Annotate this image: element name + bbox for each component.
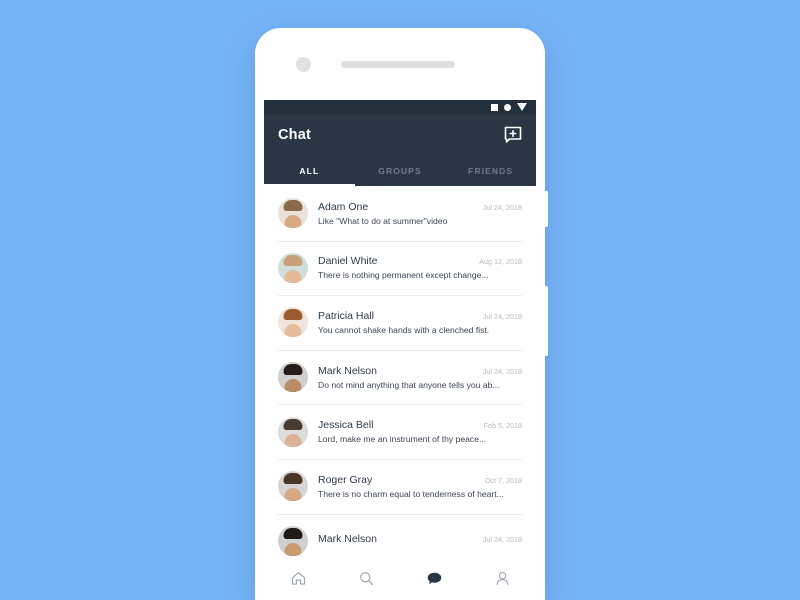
avatar [278, 416, 308, 447]
chat-item-header: Jessica Bell Feb 5, 2018 [318, 419, 522, 431]
square-icon [491, 103, 498, 111]
app-bar: Chat [264, 114, 536, 156]
chat-item-header: Adam One Jul 24, 2018 [318, 201, 522, 213]
avatar [278, 525, 308, 556]
chat-item-name: Roger Gray [318, 473, 373, 486]
tab-groups-label: GROUPS [378, 166, 422, 176]
chat-item-date: Oct 7, 2018 [484, 475, 522, 485]
chat-item-date: Jul 24, 2018 [482, 535, 522, 545]
chat-item-name: Patricia Hall [318, 309, 375, 322]
phone-screen: Chat ALL GROUPS FRIENDS Adam One Jul 24, … [264, 100, 536, 600]
home-icon [291, 571, 305, 585]
tab-groups[interactable]: GROUPS [355, 156, 446, 186]
search-icon [359, 571, 373, 585]
chat-item-name: Mark Nelson [318, 533, 377, 546]
new-message-icon[interactable] [504, 126, 522, 144]
dropdown-triangle-icon [517, 103, 527, 111]
page-title: Chat [278, 127, 312, 143]
chat-list-item[interactable]: Roger Gray Oct 7, 2018 There is no charm e… [264, 458, 536, 514]
phone-top-bezel [255, 28, 545, 100]
status-bar [264, 100, 536, 114]
chat-list-item[interactable]: Jessica Bell Feb 5, 2018 Lord, make me an … [264, 404, 536, 459]
avatar [278, 471, 308, 502]
chat-item-header: Mark Nelson Jul 24, 2018 [318, 365, 522, 377]
chat-item-name: Daniel White [318, 255, 378, 268]
chat-item-header: Patricia Hall Jul 24, 2018 [318, 310, 522, 322]
chat-item-date: Feb 5, 2018 [483, 421, 522, 431]
tab-all-label: ALL [299, 166, 320, 176]
chat-item-message: You cannot shake hands with a clenched f… [318, 324, 490, 335]
chat-item-message: Like "What to do at summer"video [318, 215, 448, 226]
chat-item-name: Adam One [318, 200, 369, 213]
chat-list-item[interactable]: Mark Nelson Jul 24, 2018 Do not mind anyth… [264, 349, 536, 405]
chat-item-header: Roger Gray Oct 7, 2018 [318, 474, 522, 486]
camera-icon [296, 57, 311, 72]
chat-list-item[interactable]: Patricia Hall Jul 24, 2018 You cannot shak… [264, 295, 536, 350]
avatar [278, 307, 308, 338]
chat-item-header: Daniel White Aug 12, 2018 [318, 255, 522, 267]
chat-bubble-icon [427, 572, 441, 584]
chat-item-date: Jul 24, 2018 [482, 311, 522, 321]
chat-item-date: Aug 12, 2018 [479, 257, 522, 267]
chat-item-message: There is nothing permanent except change… [318, 270, 489, 281]
speaker-grille-icon [341, 61, 455, 68]
nav-item-chat[interactable] [400, 570, 468, 587]
chat-item-date: Jul 24, 2018 [482, 202, 522, 212]
circle-icon [504, 103, 511, 111]
avatar [278, 362, 308, 393]
person-icon [496, 571, 508, 585]
chat-item-text: Mark Nelson Jul 24, 2018 Do not mind anyth… [318, 365, 522, 390]
nav-item-profile[interactable] [468, 570, 536, 587]
chat-item-message: Lord, make me an instrument of thy peace… [318, 434, 487, 445]
avatar [278, 252, 308, 283]
nav-item-search[interactable] [332, 570, 400, 587]
chat-item-text: Jessica Bell Feb 5, 2018 Lord, make me an … [318, 419, 522, 444]
chat-list-item[interactable]: Adam One Jul 24, 2018 Like "What to do at … [264, 186, 536, 241]
chat-item-message: Do not mind anything that anyone tells y… [318, 379, 500, 390]
chat-item-text: Daniel White Aug 12, 2018 There is nothing… [318, 255, 522, 280]
tab-all[interactable]: ALL [264, 156, 355, 186]
chat-item-date: Jul 24, 2018 [482, 366, 522, 376]
chat-item-header: Mark Nelson Jul 24, 2018 [318, 533, 522, 545]
phone-side-button-power[interactable] [544, 286, 548, 356]
chat-list[interactable]: Adam One Jul 24, 2018 Like "What to do at … [264, 186, 536, 600]
tab-friends-label: FRIENDS [468, 166, 514, 176]
chat-item-name: Mark Nelson [318, 364, 377, 377]
avatar [278, 198, 308, 229]
chat-item-text: Patricia Hall Jul 24, 2018 You cannot shak… [318, 310, 522, 335]
phone-device: Chat ALL GROUPS FRIENDS Adam One Jul 24, … [255, 28, 548, 600]
tab-friends[interactable]: FRIENDS [445, 156, 536, 186]
chat-item-name: Jessica Bell [318, 419, 374, 432]
tab-bar: ALL GROUPS FRIENDS [264, 156, 536, 186]
chat-item-message: There is no charm equal to tenderness of… [318, 488, 504, 499]
chat-item-text: Adam One Jul 24, 2018 Like "What to do at … [318, 201, 522, 226]
chat-list-item[interactable]: Daniel White Aug 12, 2018 There is nothing… [264, 240, 536, 296]
nav-item-home[interactable] [264, 570, 332, 587]
bottom-navigation [264, 556, 536, 600]
chat-item-text: Roger Gray Oct 7, 2018 There is no charm e… [318, 474, 522, 499]
chat-item-text: Mark Nelson Jul 24, 2018 [318, 533, 522, 548]
phone-side-button-volume[interactable] [544, 191, 548, 227]
